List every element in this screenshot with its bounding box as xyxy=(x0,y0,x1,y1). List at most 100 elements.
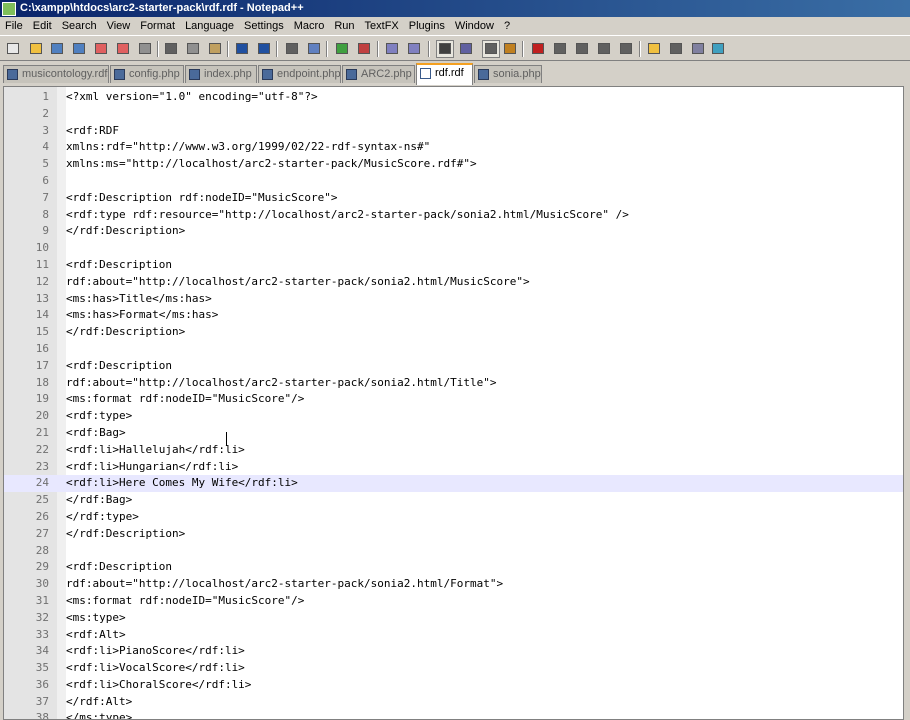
line-text[interactable]: <rdf:Alt> xyxy=(66,627,126,644)
line-text[interactable]: </rdf:Alt> xyxy=(66,694,132,711)
line-number: 33 xyxy=(35,627,49,641)
undo-button[interactable] xyxy=(234,41,250,57)
menu-language[interactable]: Language xyxy=(180,17,239,35)
zoom-in-button[interactable] xyxy=(334,41,350,57)
tab-arc2-php[interactable]: ARC2.php xyxy=(342,65,415,83)
code-line: 19 <ms:format rdf:nodeID="MusicScore"/> xyxy=(4,391,903,408)
line-text[interactable]: </ms:type> xyxy=(66,710,132,719)
line-text[interactable]: </rdf:Description> xyxy=(66,526,185,543)
new-file-icon xyxy=(7,43,19,54)
menu-help[interactable]: ? xyxy=(499,17,515,35)
tab-config-php[interactable]: config.php xyxy=(110,65,184,83)
show-all-chars-button[interactable] xyxy=(458,41,474,57)
user-defined-language-button[interactable] xyxy=(502,41,518,57)
line-text[interactable]: xmlns:ms="http://localhost/arc2-starter-… xyxy=(66,156,477,173)
save-macro-button[interactable] xyxy=(618,41,634,57)
line-text[interactable]: <rdf:type> xyxy=(66,408,132,425)
zoom-out-button[interactable] xyxy=(356,41,372,57)
line-text[interactable]: <rdf:li>Hungarian</rdf:li> xyxy=(66,459,238,476)
new-file-button[interactable] xyxy=(5,41,21,57)
line-text[interactable]: <ms:has>Format</ms:has> xyxy=(66,307,218,324)
menu-window[interactable]: Window xyxy=(450,17,499,35)
line-text[interactable]: <rdf:li>ChoralScore</rdf:li> xyxy=(66,677,251,694)
line-text[interactable]: <rdf:li>Hallelujah</rdf:li> xyxy=(66,442,245,459)
launch-in-browser-button[interactable] xyxy=(690,41,706,57)
spell-check-icon xyxy=(712,43,724,54)
line-text[interactable]: rdf:about="http://localhost/arc2-starter… xyxy=(66,274,530,291)
line-text[interactable]: <ms:has>Title</ms:has> xyxy=(66,291,212,308)
open-file-button[interactable] xyxy=(28,41,44,57)
line-number: 21 xyxy=(35,425,49,439)
code-line: 37 </rdf:Alt> xyxy=(4,694,903,711)
save-all-button[interactable] xyxy=(71,41,87,57)
line-text[interactable]: </rdf:Bag> xyxy=(66,492,132,509)
tab-musicontology-rdfs[interactable]: musicontology.rdfs xyxy=(3,65,109,83)
play-macro-button[interactable] xyxy=(574,41,590,57)
spell-check-button[interactable] xyxy=(710,41,726,57)
menu-run[interactable]: Run xyxy=(329,17,359,35)
line-number: 27 xyxy=(35,526,49,540)
cut-button[interactable] xyxy=(163,41,179,57)
line-text[interactable]: <ms:type> xyxy=(66,610,126,627)
menu-plugins[interactable]: Plugins xyxy=(404,17,450,35)
line-text[interactable]: <rdf:Description xyxy=(66,559,172,576)
save-button[interactable] xyxy=(49,41,65,57)
line-text[interactable]: <?xml version="1.0" encoding="utf-8"?> xyxy=(66,89,318,106)
line-text[interactable]: </rdf:Description> xyxy=(66,223,185,240)
sync-horizontal-button[interactable] xyxy=(406,41,422,57)
window-title: C:\xampp\htdocs\arc2-starter-pack\rdf.rd… xyxy=(20,2,304,14)
panel-button[interactable] xyxy=(668,41,684,57)
line-text[interactable]: <rdf:li>Here Comes My Wife</rdf:li> xyxy=(66,475,298,492)
copy-button[interactable] xyxy=(185,41,201,57)
line-text[interactable]: <rdf:li>VocalScore</rdf:li> xyxy=(66,660,245,677)
line-text[interactable]: rdf:about="http://localhost/arc2-starter… xyxy=(66,576,503,593)
indent-guide-button[interactable] xyxy=(482,40,500,58)
menu-macro[interactable]: Macro xyxy=(289,17,330,35)
menu-settings[interactable]: Settings xyxy=(239,17,289,35)
tab-sonia-php[interactable]: sonia.php xyxy=(474,65,542,83)
text-cursor xyxy=(226,432,227,446)
line-text[interactable]: <rdf:Description xyxy=(66,257,172,274)
menu-search[interactable]: Search xyxy=(57,17,102,35)
tab-index-php[interactable]: index.php xyxy=(185,65,257,83)
menu-view[interactable]: View xyxy=(102,17,136,35)
line-text[interactable]: <rdf:Description xyxy=(66,358,172,375)
menu-edit[interactable]: Edit xyxy=(28,17,57,35)
sync-vertical-button[interactable] xyxy=(384,41,400,57)
line-text[interactable]: <rdf:RDF xyxy=(66,123,119,140)
line-number: 28 xyxy=(35,543,49,557)
line-text[interactable]: <rdf:li>PianoScore</rdf:li> xyxy=(66,643,245,660)
tab-endpoint-php[interactable]: endpoint.php xyxy=(258,65,341,83)
line-text[interactable]: <ms:format rdf:nodeID="MusicScore"/> xyxy=(66,391,304,408)
find-button[interactable] xyxy=(284,41,300,57)
line-text[interactable]: <rdf:Description rdf:nodeID="MusicScore"… xyxy=(66,190,338,207)
line-text[interactable]: </rdf:type> xyxy=(66,509,139,526)
show-all-chars-icon xyxy=(460,43,472,54)
open-folder-icon xyxy=(648,43,660,54)
line-text[interactable]: </rdf:Description> xyxy=(66,324,185,341)
replace-button[interactable] xyxy=(306,41,322,57)
line-text[interactable]: <rdf:Bag> xyxy=(66,425,126,442)
close-all-button[interactable] xyxy=(115,41,131,57)
menu-format[interactable]: Format xyxy=(135,17,180,35)
print-button[interactable] xyxy=(137,41,153,57)
close-button[interactable] xyxy=(93,41,109,57)
menu-textfx[interactable]: TextFX xyxy=(360,17,404,35)
line-text[interactable]: xmlns:rdf="http://www.w3.org/1999/02/22-… xyxy=(66,139,430,156)
redo-button[interactable] xyxy=(256,41,272,57)
word-wrap-button[interactable] xyxy=(436,40,454,58)
paste-button[interactable] xyxy=(207,41,223,57)
tab-rdf-rdf[interactable]: rdf.rdf xyxy=(416,63,473,85)
line-number: 34 xyxy=(35,644,49,658)
record-macro-button[interactable] xyxy=(530,41,546,57)
stop-recording-button[interactable] xyxy=(552,41,568,57)
line-number: 29 xyxy=(35,560,49,574)
run-macro-multiple-button[interactable] xyxy=(596,41,612,57)
line-text[interactable]: <rdf:type rdf:resource="http://localhost… xyxy=(66,207,629,224)
line-number: 36 xyxy=(35,677,49,691)
editor[interactable]: 1 <?xml version="1.0" encoding="utf-8"?> 2… xyxy=(3,86,904,720)
line-text[interactable]: <ms:format rdf:nodeID="MusicScore"/> xyxy=(66,593,304,610)
line-text[interactable]: rdf:about="http://localhost/arc2-starter… xyxy=(66,375,496,392)
menu-file[interactable]: File xyxy=(0,17,28,35)
open-folder-button[interactable] xyxy=(646,41,662,57)
